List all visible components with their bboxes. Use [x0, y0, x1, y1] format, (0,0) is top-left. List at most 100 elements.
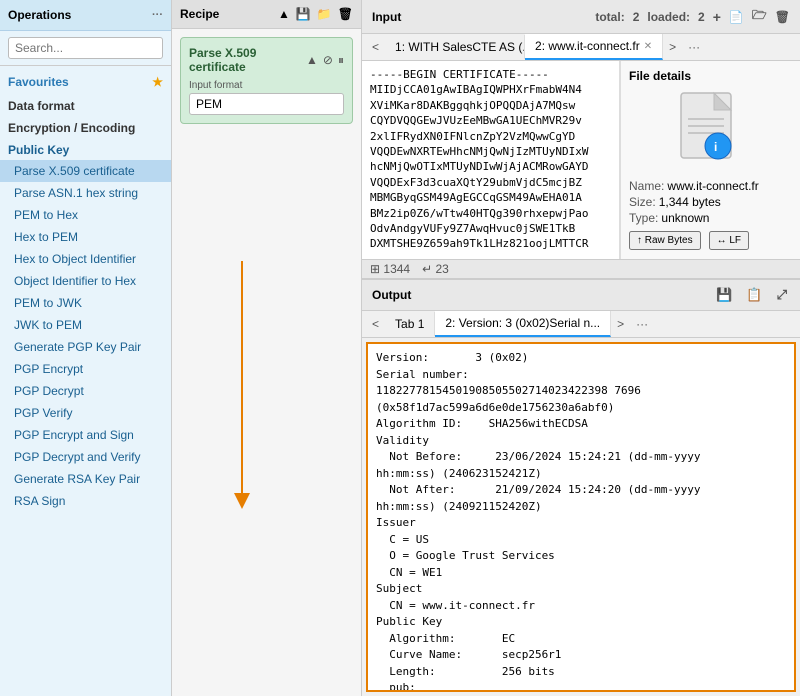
output-copy-icon[interactable]: 📋 [743, 286, 765, 304]
sidebar-content: Favourites ★ Data format Encryption / En… [0, 66, 171, 696]
sidebar-item-pgp-decrypt[interactable]: PGP Decrypt [0, 380, 171, 402]
output-expand-icon[interactable]: ⤢ [774, 286, 790, 304]
main-area: Input total: 2 loaded: 2 + 📄 🗁 🗑 < 1: WI… [362, 0, 800, 696]
recipe-trash-icon[interactable]: 🗑 [338, 7, 353, 21]
recipe-content: Parse X.509 certificate ▲ ⊘ ⏸ Input form… [172, 29, 361, 371]
sidebar-category-encryption[interactable]: Encryption / Encoding [0, 116, 171, 138]
output-tab-overflow[interactable]: ··· [630, 314, 654, 334]
file-size-label: Size: [629, 195, 656, 209]
sidebar-item-jwk-to-pem[interactable]: JWK to PEM [0, 314, 171, 336]
sidebar-search-container [0, 31, 171, 66]
file-details-panel: File details i Name: www.it-connect.fr [620, 61, 800, 259]
sidebar-item-hex-to-pem[interactable]: Hex to PEM [0, 226, 171, 248]
sidebar-menu-icon[interactable]: ··· [152, 9, 163, 21]
input-trash-icon[interactable]: 🗑 [775, 10, 790, 24]
sidebar-item-pgp-encrypt[interactable]: PGP Encrypt [0, 358, 171, 380]
input-tab-overflow[interactable]: ··· [682, 37, 706, 57]
sidebar-category-public-key[interactable]: Public Key [0, 138, 171, 160]
file-document-icon: i [676, 91, 746, 171]
output-tab-2[interactable]: 2: Version: 3 (0x02)Serial n... [435, 311, 611, 337]
output-tab-more[interactable]: > [611, 314, 630, 334]
input-bytes-status: ⊞ 1344 [370, 262, 410, 276]
input-lines-status: ↵ 23 [422, 262, 449, 276]
sidebar-item-parse-x509[interactable]: Parse X.509 certificate [0, 160, 171, 182]
recipe-card-title: Parse X.509 certificate [189, 46, 306, 74]
sidebar-item-oid-to-hex[interactable]: Object Identifier to Hex [0, 270, 171, 292]
file-size-value: 1,344 bytes [659, 195, 721, 209]
recipe-card-header: Parse X.509 certificate ▲ ⊘ ⏸ [189, 46, 344, 74]
output-save-icon[interactable]: 💾 [713, 286, 735, 304]
file-size-row: Size: 1,344 bytes [629, 195, 792, 209]
sidebar-item-pgp-decrypt-verify[interactable]: PGP Decrypt and Verify [0, 446, 171, 468]
file-name-row: Name: www.it-connect.fr [629, 179, 792, 193]
output-section: Output 💾 📋 ⤢ < Tab 1 2: Version: 3 (0x02… [362, 280, 800, 696]
recipe-card-chevron-up[interactable]: ▲ [306, 53, 318, 68]
output-tab-prev[interactable]: < [366, 314, 385, 334]
recipe-card-icons: ▲ ⊘ ⏸ [306, 53, 344, 68]
recipe-panel: Recipe ▲ 💾 📁 🗑 Parse X.509 certificate ▲… [172, 0, 362, 696]
sidebar-category-data-format[interactable]: Data format [0, 94, 171, 116]
input-total-value: 2 [633, 10, 640, 24]
recipe-card-disable-icon[interactable]: ⊘ [323, 53, 333, 68]
sidebar-category-favourites[interactable]: Favourites ★ [0, 70, 171, 94]
input-total-label: total: [595, 10, 624, 24]
input-tab-prev[interactable]: < [366, 37, 385, 57]
input-section: Input total: 2 loaded: 2 + 📄 🗁 🗑 < 1: WI… [362, 0, 800, 280]
sidebar-title: Operations [8, 8, 71, 22]
input-folder-icon[interactable]: 🗁 [752, 6, 767, 27]
input-tab-more[interactable]: > [663, 37, 682, 57]
file-name-value: www.it-connect.fr [667, 179, 758, 193]
recipe-title: Recipe [180, 7, 219, 21]
sidebar-item-rsa-sign[interactable]: RSA Sign [0, 490, 171, 512]
file-action-buttons: ↑ Raw Bytes ↔ LF [629, 231, 792, 250]
input-tab-1[interactable]: 1: WITH SalesCTE AS (... ✕ [385, 35, 525, 59]
file-type-row: Type: unknown [629, 211, 792, 225]
sidebar-item-gen-pgp-keypair[interactable]: Generate PGP Key Pair [0, 336, 171, 358]
search-input[interactable] [8, 37, 163, 59]
file-type-label: Type: [629, 211, 658, 225]
input-title: Input [372, 10, 401, 24]
sidebar-item-pgp-encrypt-sign[interactable]: PGP Encrypt and Sign [0, 424, 171, 446]
sidebar-item-pem-to-hex[interactable]: PEM to Hex [0, 204, 171, 226]
sidebar-header: Operations ··· [0, 0, 171, 31]
input-loaded-label: loaded: [647, 10, 690, 24]
recipe-input-format-value[interactable]: PEM [189, 93, 344, 115]
input-header-right: total: 2 loaded: 2 + 📄 🗁 🗑 [595, 6, 790, 27]
input-loaded-value: 2 [698, 10, 705, 24]
output-body[interactable]: Version: 3 (0x02) Serial number: 1182277… [366, 342, 796, 692]
sidebar-item-hex-to-oid[interactable]: Hex to Object Identifier [0, 248, 171, 270]
raw-bytes-button[interactable]: ↑ Raw Bytes [629, 231, 701, 250]
sidebar-item-gen-rsa-keypair[interactable]: Generate RSA Key Pair [0, 468, 171, 490]
recipe-chevron-up-icon[interactable]: ▲ [278, 7, 290, 21]
recipe-folder-icon[interactable]: 📁 [317, 7, 332, 21]
sidebar-item-pgp-verify[interactable]: PGP Verify [0, 402, 171, 424]
file-icon-container: i [629, 91, 792, 171]
arrow-area [172, 371, 361, 696]
file-details-title: File details [629, 69, 792, 83]
lf-button[interactable]: ↔ LF [709, 231, 749, 250]
input-body: -----BEGIN CERTIFICATE----- MIIDjCCA01gA… [362, 61, 800, 259]
input-tab-2-close[interactable]: ✕ [644, 41, 652, 52]
input-header: Input total: 2 loaded: 2 + 📄 🗁 🗑 [362, 0, 800, 34]
input-add-icon[interactable]: + [713, 9, 721, 25]
output-tabs: < Tab 1 2: Version: 3 (0x02)Serial n... … [362, 311, 800, 338]
recipe-header-icons: ▲ 💾 📁 🗑 [278, 7, 353, 21]
file-name-label: Name: [629, 179, 664, 193]
input-tabs: < 1: WITH SalesCTE AS (... ✕ 2: www.it-c… [362, 34, 800, 61]
recipe-card-pause-icon[interactable]: ⏸ [338, 53, 344, 68]
input-text-area[interactable]: -----BEGIN CERTIFICATE----- MIIDjCCA01gA… [362, 61, 620, 259]
input-file-icon[interactable]: 📄 [729, 10, 744, 24]
input-status-bar: ⊞ 1344 ↵ 23 [362, 259, 800, 278]
sidebar-item-pem-to-jwk[interactable]: PEM to JWK [0, 292, 171, 314]
output-tab-1[interactable]: Tab 1 [385, 312, 435, 336]
recipe-save-icon[interactable]: 💾 [296, 7, 311, 21]
recipe-header: Recipe ▲ 💾 📁 🗑 [172, 0, 361, 29]
output-header: Output 💾 📋 ⤢ [362, 280, 800, 311]
output-title: Output [372, 288, 411, 302]
svg-text:i: i [714, 140, 717, 154]
input-tab-2[interactable]: 2: www.it-connect.fr ✕ [525, 34, 663, 60]
output-header-icons: 💾 📋 ⤢ [713, 286, 790, 304]
sidebar-item-parse-asn1[interactable]: Parse ASN.1 hex string [0, 182, 171, 204]
sidebar: Operations ··· Favourites ★ Data format … [0, 0, 172, 696]
file-type-value: unknown [661, 211, 709, 225]
